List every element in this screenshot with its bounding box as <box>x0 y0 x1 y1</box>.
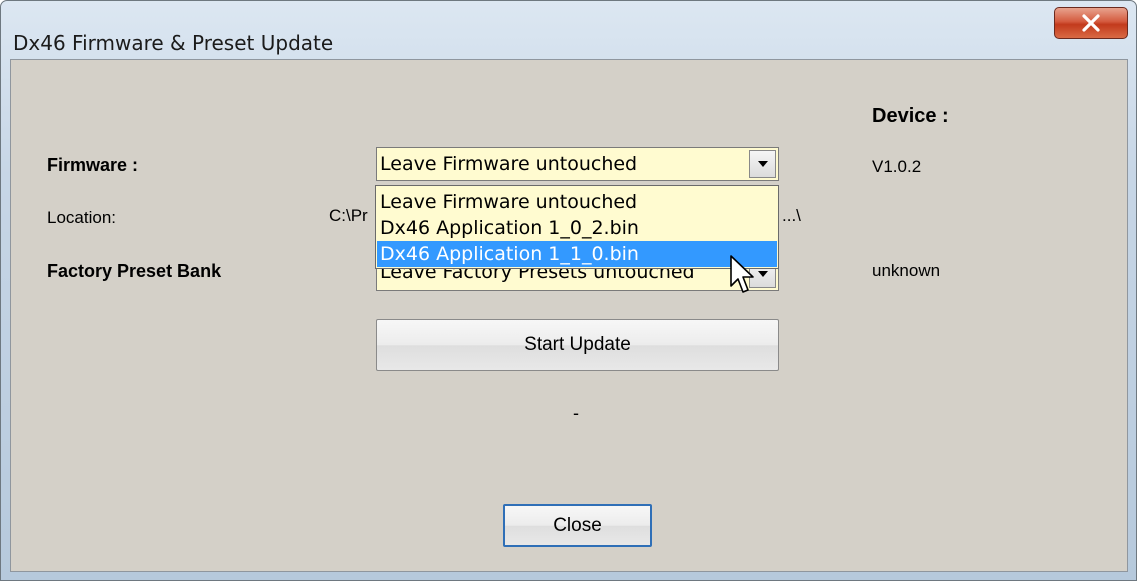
dialog-client-area <box>10 59 1128 572</box>
chevron-down-icon <box>757 161 768 167</box>
dropdown-option[interactable]: Dx46 Application 1_0_2.bin <box>377 215 777 241</box>
title-bar[interactable]: Dx46 Firmware & Preset Update <box>1 1 1136 59</box>
location-label: Location: <box>47 208 116 227</box>
device-firmware-version: V1.0.2 <box>872 157 922 176</box>
firmware-dropdown-list: Leave Firmware untouched Dx46 Applicatio… <box>375 185 779 269</box>
firmware-select-value: Leave Firmware untouched <box>380 153 638 175</box>
start-update-button[interactable]: Start Update <box>376 319 779 371</box>
factory-preset-bank-label: Factory Preset Bank <box>47 261 222 281</box>
dropdown-option[interactable]: Leave Firmware untouched <box>377 189 777 215</box>
location-path-start: C:\Pr <box>329 206 368 225</box>
update-dialog-window: Dx46 Firmware & Preset Update Device : F… <box>0 0 1137 581</box>
location-path-end: ...\ <box>782 206 801 225</box>
window-title: Dx46 Firmware & Preset Update <box>13 31 334 55</box>
device-header: Device : <box>872 105 949 127</box>
dropdown-option-highlighted[interactable]: Dx46 Application 1_1_0.bin <box>377 241 777 267</box>
firmware-dropdown-button[interactable] <box>749 150 776 178</box>
mouse-pointer-icon <box>730 255 754 293</box>
firmware-select[interactable]: Leave Firmware untouched <box>376 147 779 181</box>
close-button[interactable]: Close <box>503 504 652 547</box>
close-x-icon <box>1082 14 1100 32</box>
device-preset-status: unknown <box>872 261 941 280</box>
firmware-label: Firmware : <box>47 155 139 175</box>
status-text: - <box>573 403 579 423</box>
window-close-button[interactable] <box>1054 7 1128 39</box>
